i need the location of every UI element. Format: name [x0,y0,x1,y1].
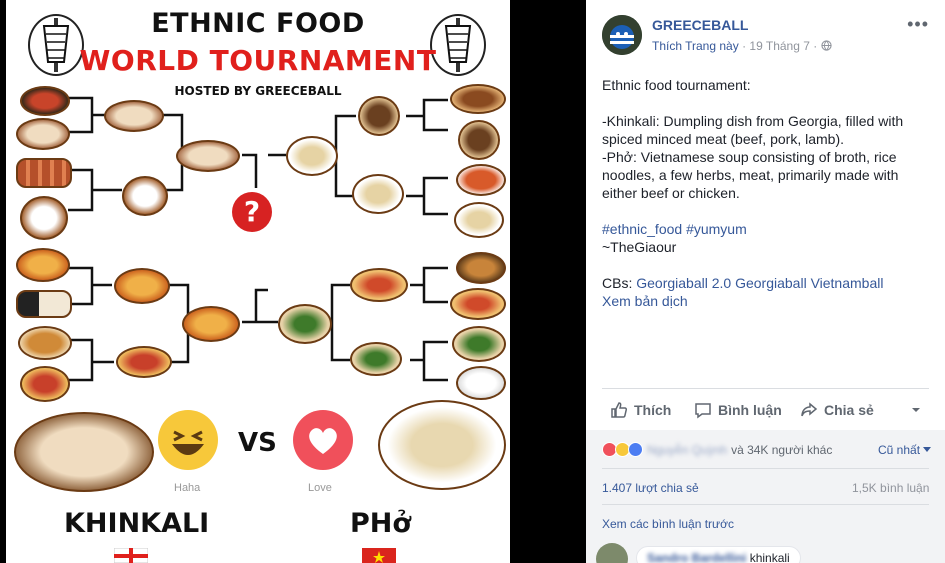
food-thumb [20,196,68,240]
like-page-link[interactable]: Thích Trang này [652,39,739,53]
view-previous-comments-link[interactable]: Xem các bình luận trước [602,517,734,531]
food-thumb [458,120,500,160]
post-panel: GREECEBALL Thích Trang này · 19 Tháng 7 … [586,0,945,563]
reactions-count[interactable]: và 34K người khác [731,443,832,457]
comment-label: Bình luận [718,402,782,418]
finalist-left-name: KHINKALI [64,508,210,539]
post-intro: Ethnic food tournament: [602,77,751,93]
food-thumb [20,366,70,402]
food-thumb [456,164,506,196]
cbs-label: CBs: [602,275,633,291]
comment-icon [695,403,711,419]
food-thumb [456,366,506,400]
photo-viewer: ETHNIC FOOD WORLD TOURNAMENT HOSTED BY G… [0,0,586,563]
more-options-icon[interactable]: ••• [907,14,929,35]
food-thumb [104,100,164,132]
meta-separator: · [813,39,818,53]
food-thumb [286,136,338,176]
food-thumb [20,86,70,116]
thumbs-up-icon [611,402,628,418]
food-thumb [16,290,72,318]
food-thumb [350,342,402,376]
reactions-summary[interactable]: Nguyễn Quỳnh và 34K người khác [602,442,832,457]
share-dropdown-icon[interactable] [911,403,921,417]
cbs-line: CBs: Georgiaball 2.0 Georgiaball Vietnam… [602,274,932,292]
globe-icon [820,40,832,51]
like-reaction-icon [628,442,643,457]
divider [602,504,929,505]
food-thumb [122,176,168,216]
food-thumb [456,252,506,284]
pho-photo [378,400,506,490]
reactor-name[interactable]: Nguyễn Quỳnh [647,443,727,457]
food-thumb [16,118,70,150]
comment-bubble: Sandro Bardellini khinkali [636,546,801,563]
food-thumb [358,96,400,136]
post-pho: -Phở: Vietnamese soup consisting of brot… [602,149,899,201]
haha-icon [158,410,218,470]
like-button[interactable]: Thích [610,401,671,419]
share-icon [801,402,818,417]
food-thumb [16,158,72,188]
cbs-links[interactable]: Georgiaball 2.0 Georgiaball Vietnamball [636,275,883,291]
food-thumb [114,268,170,304]
food-thumb [278,304,332,344]
share-label: Chia sẻ [824,402,874,418]
finalist-right-name: PHở [350,508,411,539]
post-date[interactable]: 19 Tháng 7 [749,39,810,53]
post-meta: Thích Trang này · 19 Tháng 7 · [652,39,832,53]
commenter-name[interactable]: Sandro Bardellini [647,551,746,563]
page-name-link[interactable]: GREECEBALL [652,17,748,33]
love-label: Love [308,482,332,494]
food-thumb [176,140,240,172]
like-label: Thích [634,402,672,418]
comment-sort-dropdown[interactable]: Cũ nhất [878,443,932,457]
translate-link[interactable]: Xem bản dịch [602,292,932,310]
post-body: Ethnic food tournament: -Khinkali: Dumpl… [602,76,932,310]
post-signature: ~TheGiaour [602,239,677,255]
love-icon [293,410,353,470]
chevron-down-icon [923,447,932,452]
question-badge: ? [232,192,272,232]
georgia-flag-icon [113,547,149,563]
share-button[interactable]: Chia sẻ [800,401,874,419]
haha-label: Haha [174,482,201,494]
hashtags-link[interactable]: #ethnic_food #yumyum [602,220,932,238]
comments-count[interactable]: 1,5K bình luận [852,481,929,495]
food-thumb [450,288,506,320]
page-avatar[interactable] [602,15,642,55]
meta-separator: · [742,39,747,53]
food-thumb [116,346,172,378]
food-thumb [16,248,70,282]
food-thumb [450,84,506,114]
comment-button[interactable]: Bình luận [694,401,782,419]
food-thumb [454,202,504,238]
post-khinkali: -Khinkali: Dumpling dish from Georgia, f… [602,113,904,147]
food-thumb [182,306,240,342]
comment-text: khinkali [749,551,790,563]
food-thumb [18,326,72,360]
khinkali-photo [14,412,154,492]
divider [602,388,929,389]
post-image[interactable]: ETHNIC FOOD WORLD TOURNAMENT HOSTED BY G… [6,0,510,563]
food-thumb [350,268,408,302]
sort-label: Cũ nhất [878,443,921,457]
vs-label: VS [238,428,277,458]
food-thumb [452,326,506,362]
vietnam-flag-icon [362,548,396,563]
food-thumb [352,174,404,214]
divider [602,468,929,469]
shares-count[interactable]: 1.407 lượt chia sẻ [602,481,699,495]
